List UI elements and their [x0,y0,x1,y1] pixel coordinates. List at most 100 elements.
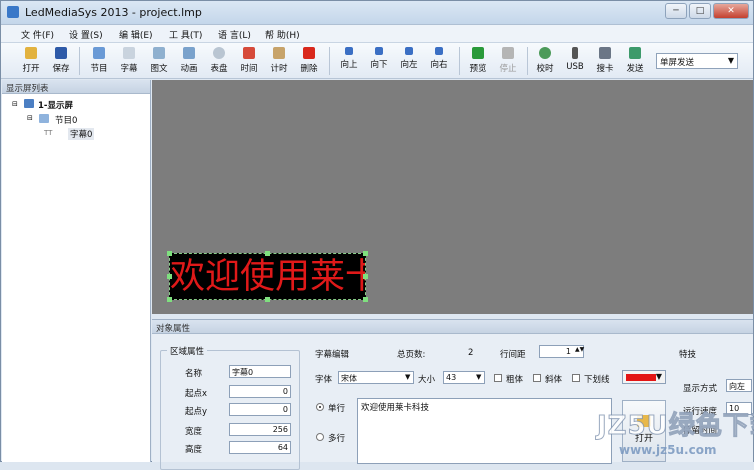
menu-file[interactable]: 文 件(F) [21,28,54,41]
object-properties-panel: 对象属性 区域属性 名称 字幕0 起点x 0 起点y 0 宽度 256 高度 6… [152,319,753,470]
chevron-down-icon: ▼ [476,373,482,381]
text-color-button[interactable]: ▼ [622,370,666,384]
screen-list-panel: 显示屏列表 ⊟ 1-显示屏 ⊟ 节目0 TT 字幕0 [2,80,151,462]
open-button[interactable]: 打开 [17,45,45,77]
tree-program[interactable]: 节目0 [55,114,77,126]
usb-icon [572,47,578,59]
underline-checkbox[interactable] [572,374,580,382]
y-label: 起点y [185,407,208,417]
display-mode-select[interactable]: 向左 [726,379,752,392]
display-mode-label: 显示方式 [683,384,718,394]
timer-button[interactable]: 计时 [265,45,293,77]
text-icon: TT [44,129,53,137]
program-icon [39,114,49,123]
x-field[interactable]: 0 [229,385,291,398]
bold-label: 粗体 [506,375,524,385]
clock-dial-button[interactable]: 表盘 [205,45,233,77]
single-line-radio[interactable] [316,403,324,411]
resize-handle[interactable] [167,274,172,279]
stop-button[interactable]: 停止 [494,45,522,77]
program-button[interactable]: 节目 [85,45,113,77]
collapse-icon[interactable]: ⊟ [12,100,18,108]
calendar-icon [243,47,255,59]
resize-handle[interactable] [363,274,368,279]
send-mode-select[interactable]: 单屏发送 ▼ [656,53,738,69]
speed-label: 运行速度 [683,407,718,417]
sync-time-button[interactable]: 校时 [531,45,559,77]
arrow-up-icon [345,47,353,55]
name-field[interactable]: 字幕0 [229,365,291,378]
send-icon [629,47,641,59]
led-text-region[interactable]: 欢迎使用莱卡科技 [169,253,366,300]
maximize-button[interactable]: □ [689,3,711,19]
subtitle-content-textarea[interactable]: 欢迎使用莱卡科技 [357,398,612,464]
line-spacing-label: 行间距 [500,350,526,360]
stay-time-label: 停留时间 [683,426,718,436]
x-label: 起点x [185,389,208,399]
app-icon [7,6,19,18]
arrow-right-icon [435,47,443,55]
collapse-icon[interactable]: ⊟ [27,114,33,122]
toolbar: 打开 保存 节目 字幕 图文 动画 表盘 时间 计时 删除 向上 向下 向左 向… [1,43,753,79]
send-button[interactable]: 发送 [621,45,649,77]
font-select[interactable]: 宋体 [338,371,414,384]
subtitle-editor-title: 字幕编辑 [315,350,350,360]
resize-handle[interactable] [167,297,172,302]
font-label: 字体 [315,375,333,385]
move-right-button[interactable]: 向右 [425,45,453,77]
width-field[interactable]: 256 [229,423,291,436]
minimize-button[interactable]: ─ [665,3,687,19]
delete-button[interactable]: 删除 [295,45,323,77]
folder-open-icon [25,47,37,59]
speed-select[interactable]: 10 [726,402,752,415]
menu-help[interactable]: 帮 助(H) [265,28,300,41]
close-button[interactable]: ✕ [713,3,749,19]
total-pages-value: 2 [468,348,474,358]
program-icon [93,47,105,59]
total-pages-label: 总页数: [397,350,426,360]
image-text-button[interactable]: 图文 [145,45,173,77]
usb-button[interactable]: USB [561,45,589,77]
move-down-button[interactable]: 向下 [365,45,393,77]
resize-handle[interactable] [265,251,270,256]
time-button[interactable]: 时间 [235,45,263,77]
resize-handle[interactable] [363,297,368,302]
tree-screen[interactable]: 1-显示屏 [38,99,73,111]
y-field[interactable]: 0 [229,403,291,416]
sync-clock-icon [539,47,551,59]
save-button[interactable]: 保存 [47,45,75,77]
height-field[interactable]: 64 [229,441,291,454]
search-card-button[interactable]: 搜卡 [591,45,619,77]
single-line-label: 单行 [328,404,346,414]
bold-checkbox[interactable] [494,374,502,382]
window-title: LedMediaSys 2013 - project.lmp [25,6,202,19]
search-card-icon [599,47,611,59]
width-label: 宽度 [185,427,203,437]
open-file-button[interactable]: 打开 [622,400,666,462]
multi-line-label: 多行 [328,434,346,444]
menu-settings[interactable]: 设 置(S) [69,28,103,41]
size-label: 大小 [418,375,436,385]
move-left-button[interactable]: 向左 [395,45,423,77]
effects-title: 特技 [679,350,697,360]
tree-subtitle[interactable]: 字幕0 [68,128,95,140]
subtitle-button[interactable]: 字幕 [115,45,143,77]
play-icon [472,47,484,59]
menu-language[interactable]: 语 言(L) [218,28,251,41]
resize-handle[interactable] [363,251,368,256]
resize-handle[interactable] [167,251,172,256]
menu-edit[interactable]: 编 辑(E) [119,28,153,41]
title-bar: LedMediaSys 2013 - project.lmp ─ □ ✕ [1,1,753,25]
spinner-icon[interactable]: ▲▼ [575,346,584,353]
chevron-down-icon: ▼ [655,372,662,381]
screen-list-title: 显示屏列表 [2,80,150,94]
animation-button[interactable]: 动画 [175,45,203,77]
resize-handle[interactable] [265,297,270,302]
led-text: 欢迎使用莱卡科技 [170,257,365,297]
multi-line-radio[interactable] [316,433,324,441]
preview-button[interactable]: 预览 [464,45,492,77]
clock-icon [213,47,225,59]
italic-checkbox[interactable] [533,374,541,382]
move-up-button[interactable]: 向上 [335,45,363,77]
menu-tools[interactable]: 工 具(T) [169,28,202,41]
